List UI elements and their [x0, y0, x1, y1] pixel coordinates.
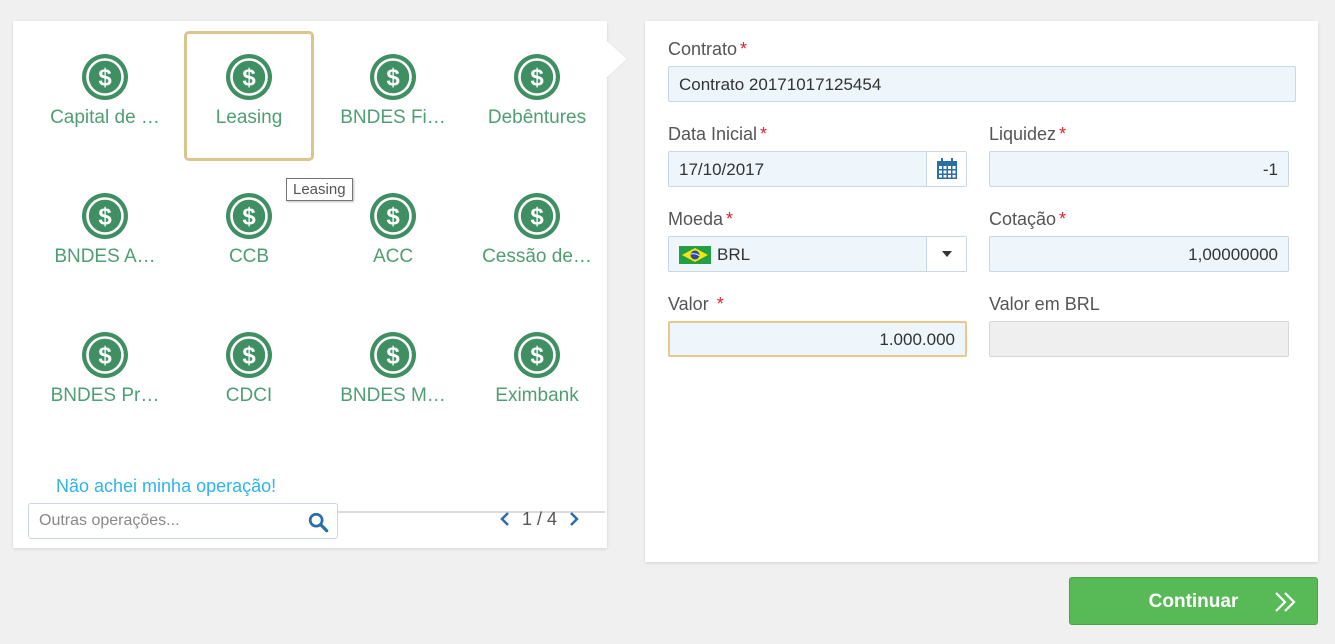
- chevron-right-icon[interactable]: [567, 510, 581, 528]
- calendar-button[interactable]: [926, 152, 966, 186]
- operation-label: Debêntures: [487, 107, 587, 128]
- operation-tile[interactable]: $ BNDES M…: [328, 309, 458, 439]
- dollar-coin-icon: $: [369, 331, 417, 379]
- operation-label: Capital de …: [50, 107, 160, 128]
- panel-notch: [605, 39, 627, 79]
- liquidez-label: Liquidez *: [989, 124, 1067, 144]
- svg-text:$: $: [386, 204, 400, 231]
- operation-label: CDCI: [225, 385, 273, 406]
- valor-brl-label: Valor em BRL: [989, 294, 1100, 314]
- data-inicial-field[interactable]: 17/10/2017: [668, 151, 967, 187]
- svg-text:$: $: [242, 343, 256, 370]
- operation-tile[interactable]: $ Debêntures: [472, 31, 602, 161]
- operation-tile[interactable]: $ BNDES A…: [40, 170, 170, 300]
- dollar-coin-icon: $: [369, 192, 417, 240]
- operation-tile[interactable]: $ BNDES Pr…: [40, 309, 170, 439]
- pager: 1 / 4: [498, 507, 581, 531]
- svg-text:$: $: [98, 343, 112, 370]
- cotacao-field[interactable]: 1,00000000: [989, 236, 1289, 272]
- svg-text:$: $: [386, 343, 400, 370]
- dollar-coin-icon: $: [81, 192, 129, 240]
- moeda-select[interactable]: BRL: [668, 236, 967, 272]
- cotacao-label: Cotação *: [989, 209, 1067, 229]
- continue-button[interactable]: Continuar: [1069, 577, 1318, 625]
- valor-brl-field: [989, 321, 1289, 357]
- dollar-coin-icon: $: [513, 53, 561, 101]
- dollar-coin-icon: $: [369, 53, 417, 101]
- contrato-label: Contrato *: [668, 39, 748, 59]
- caret-down-icon: [941, 251, 952, 257]
- operation-label: ACC: [372, 246, 414, 267]
- operation-label: CCB: [228, 246, 270, 267]
- moeda-dropdown-button[interactable]: [926, 237, 966, 271]
- liquidez-field[interactable]: -1: [989, 151, 1289, 187]
- dollar-coin-icon: $: [225, 53, 273, 101]
- search-box: [28, 503, 338, 539]
- moeda-label: Moeda *: [668, 209, 734, 229]
- contrato-field[interactable]: Contrato 20171017125454: [668, 66, 1296, 102]
- operation-label: Leasing: [215, 107, 283, 128]
- operation-tile[interactable]: $ Leasing: [184, 31, 314, 161]
- svg-text:$: $: [530, 65, 544, 92]
- calendar-icon: [936, 158, 957, 179]
- valor-field[interactable]: 1.000.000: [668, 321, 967, 357]
- operation-tile[interactable]: $ Capital de …: [40, 31, 170, 161]
- dollar-coin-icon: $: [513, 192, 561, 240]
- operation-label: BNDES Pr…: [50, 385, 160, 406]
- not-found-link[interactable]: Não achei minha operação!: [56, 476, 276, 497]
- svg-text:$: $: [98, 65, 112, 92]
- valor-label: Valor *: [668, 294, 724, 314]
- operation-label: BNDES M…: [340, 385, 446, 406]
- svg-text:$: $: [530, 204, 544, 231]
- operation-panel: $ Capital de … $ Leasing $ BNDES Fi… $ Debêntur…: [13, 21, 607, 548]
- dollar-coin-icon: $: [225, 192, 273, 240]
- operation-label: BNDES Fi…: [340, 107, 446, 128]
- brazil-flag-icon: [679, 246, 711, 264]
- operation-tile[interactable]: $ BNDES Fi…: [328, 31, 458, 161]
- dollar-coin-icon: $: [81, 53, 129, 101]
- chevron-left-icon[interactable]: [498, 510, 512, 528]
- dollar-coin-icon: $: [225, 331, 273, 379]
- search-input[interactable]: [29, 504, 299, 538]
- data-inicial-label: Data Inicial *: [668, 124, 768, 144]
- svg-text:$: $: [386, 65, 400, 92]
- pager-text: 1 / 4: [522, 508, 558, 529]
- operation-tile[interactable]: $ Cessão de…: [472, 170, 602, 300]
- contract-form: Contrato * Contrato 20171017125454 Data I…: [645, 21, 1318, 562]
- svg-text:$: $: [242, 204, 256, 231]
- search-icon[interactable]: [307, 511, 329, 533]
- double-chevron-right-icon: [1275, 592, 1296, 612]
- operation-label: Eximbank: [495, 385, 579, 406]
- svg-text:$: $: [530, 343, 544, 370]
- operation-label: Cessão de…: [482, 246, 592, 267]
- operation-grid: $ Capital de … $ Leasing $ BNDES Fi… $ Debêntur…: [28, 31, 604, 451]
- operation-label: BNDES A…: [54, 246, 156, 267]
- tooltip: Leasing: [286, 178, 353, 201]
- svg-text:$: $: [242, 65, 256, 92]
- operation-tile[interactable]: $ Eximbank: [472, 309, 602, 439]
- operation-tile[interactable]: $ CDCI: [184, 309, 314, 439]
- dollar-coin-icon: $: [81, 331, 129, 379]
- svg-text:$: $: [98, 204, 112, 231]
- dollar-coin-icon: $: [513, 331, 561, 379]
